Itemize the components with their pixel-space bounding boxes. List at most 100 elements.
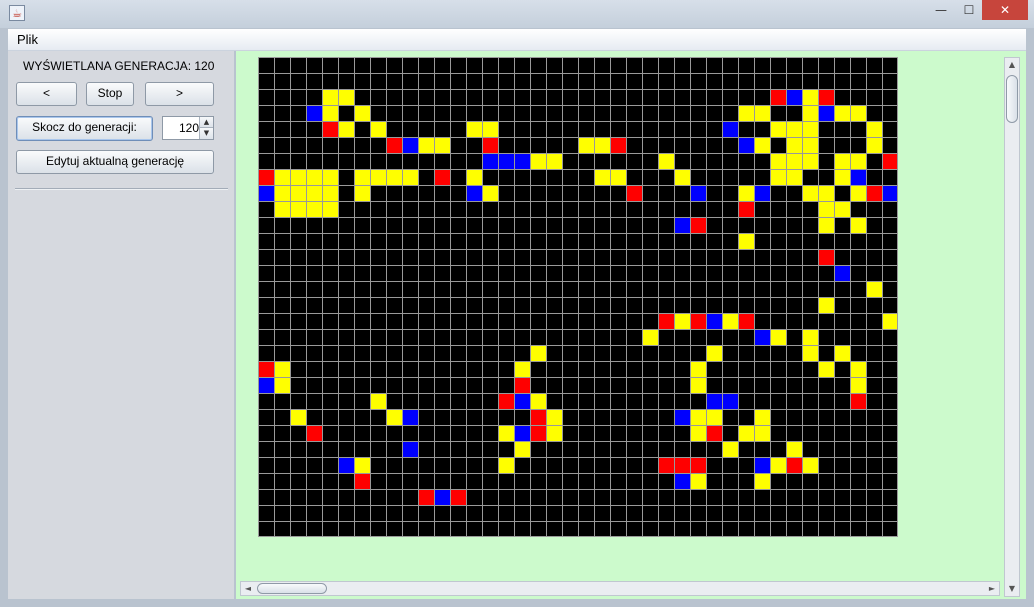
- grid-cell[interactable]: [674, 473, 690, 489]
- grid-cell[interactable]: [738, 233, 754, 249]
- grid-cell[interactable]: [770, 169, 786, 185]
- grid-cell[interactable]: [690, 409, 706, 425]
- grid-cell[interactable]: [402, 137, 418, 153]
- grid-cell[interactable]: [802, 105, 818, 121]
- grid-cell[interactable]: [818, 105, 834, 121]
- grid-cell[interactable]: [738, 137, 754, 153]
- grid-cell[interactable]: [738, 313, 754, 329]
- grid-cell[interactable]: [754, 137, 770, 153]
- grid-cell[interactable]: [626, 185, 642, 201]
- grid-cell[interactable]: [786, 153, 802, 169]
- grid-cell[interactable]: [290, 201, 306, 217]
- grid-cell[interactable]: [818, 361, 834, 377]
- grid-cell[interactable]: [322, 89, 338, 105]
- grid-cell[interactable]: [674, 409, 690, 425]
- grid-cell[interactable]: [818, 297, 834, 313]
- grid-cell[interactable]: [546, 409, 562, 425]
- close-button[interactable]: ✕: [982, 0, 1028, 20]
- grid-cell[interactable]: [402, 409, 418, 425]
- grid-cell[interactable]: [546, 153, 562, 169]
- grid-cell[interactable]: [274, 377, 290, 393]
- grid-cell[interactable]: [418, 489, 434, 505]
- grid-cell[interactable]: [290, 409, 306, 425]
- grid-cell[interactable]: [786, 457, 802, 473]
- grid-cell[interactable]: [690, 185, 706, 201]
- grid-cell[interactable]: [834, 345, 850, 361]
- grid-cell[interactable]: [514, 393, 530, 409]
- maximize-button[interactable]: ☐: [956, 0, 982, 20]
- grid-cell[interactable]: [754, 185, 770, 201]
- grid-cell[interactable]: [754, 457, 770, 473]
- grid-cell[interactable]: [786, 121, 802, 137]
- grid-cell[interactable]: [498, 425, 514, 441]
- grid-cell[interactable]: [434, 137, 450, 153]
- vertical-scrollbar[interactable]: ▲ ▼: [1004, 57, 1020, 597]
- grid-cell[interactable]: [482, 185, 498, 201]
- grid-cell[interactable]: [514, 377, 530, 393]
- grid-cell[interactable]: [722, 441, 738, 457]
- grid-cell[interactable]: [882, 185, 898, 201]
- grid-cell[interactable]: [258, 185, 274, 201]
- grid-cell[interactable]: [418, 137, 434, 153]
- grid-cell[interactable]: [738, 201, 754, 217]
- grid-cell[interactable]: [706, 409, 722, 425]
- grid-cell[interactable]: [306, 185, 322, 201]
- grid-cell[interactable]: [482, 121, 498, 137]
- grid-cell[interactable]: [386, 409, 402, 425]
- grid-cell[interactable]: [354, 105, 370, 121]
- grid-cell[interactable]: [370, 121, 386, 137]
- grid-cell[interactable]: [514, 441, 530, 457]
- grid-cell[interactable]: [850, 377, 866, 393]
- grid-cell[interactable]: [834, 105, 850, 121]
- generation-spinner[interactable]: ▲ ▼: [162, 116, 214, 140]
- grid-cell[interactable]: [850, 361, 866, 377]
- grid-svg[interactable]: [258, 57, 898, 537]
- grid-cell[interactable]: [674, 313, 690, 329]
- cell-grid[interactable]: [258, 57, 898, 537]
- grid-cell[interactable]: [802, 185, 818, 201]
- grid-cell[interactable]: [306, 105, 322, 121]
- grid-cell[interactable]: [786, 137, 802, 153]
- grid-cell[interactable]: [850, 153, 866, 169]
- grid-cell[interactable]: [706, 425, 722, 441]
- grid-cell[interactable]: [770, 89, 786, 105]
- scroll-down-icon[interactable]: ▼: [1005, 582, 1019, 596]
- grid-cell[interactable]: [434, 169, 450, 185]
- grid-cell[interactable]: [866, 281, 882, 297]
- grid-cell[interactable]: [370, 393, 386, 409]
- grid-cell[interactable]: [370, 169, 386, 185]
- grid-cell[interactable]: [498, 153, 514, 169]
- horizontal-scrollbar[interactable]: ◄ ►: [240, 581, 1000, 596]
- grid-cell[interactable]: [690, 377, 706, 393]
- grid-cell[interactable]: [594, 169, 610, 185]
- grid-cell[interactable]: [738, 105, 754, 121]
- grid-cell[interactable]: [658, 153, 674, 169]
- grid-cell[interactable]: [802, 457, 818, 473]
- grid-cell[interactable]: [322, 169, 338, 185]
- grid-cell[interactable]: [482, 137, 498, 153]
- grid-cell[interactable]: [658, 457, 674, 473]
- grid-cell[interactable]: [690, 361, 706, 377]
- grid-cell[interactable]: [882, 153, 898, 169]
- grid-cell[interactable]: [386, 169, 402, 185]
- grid-cell[interactable]: [786, 441, 802, 457]
- grid-cell[interactable]: [306, 169, 322, 185]
- grid-cell[interactable]: [722, 393, 738, 409]
- grid-cell[interactable]: [274, 185, 290, 201]
- grid-cell[interactable]: [866, 185, 882, 201]
- generation-input[interactable]: [163, 117, 199, 139]
- spinner-down-icon[interactable]: ▼: [199, 128, 213, 139]
- grid-cell[interactable]: [386, 137, 402, 153]
- grid-cell[interactable]: [290, 169, 306, 185]
- grid-cell[interactable]: [802, 345, 818, 361]
- grid-cell[interactable]: [434, 489, 450, 505]
- grid-cell[interactable]: [546, 425, 562, 441]
- grid-cell[interactable]: [770, 329, 786, 345]
- grid-cell[interactable]: [722, 121, 738, 137]
- grid-cell[interactable]: [754, 409, 770, 425]
- grid-cell[interactable]: [850, 393, 866, 409]
- title-bar[interactable]: ☕ — ☐ ✕: [0, 0, 1034, 28]
- grid-cell[interactable]: [610, 169, 626, 185]
- grid-cell[interactable]: [770, 121, 786, 137]
- grid-cell[interactable]: [306, 201, 322, 217]
